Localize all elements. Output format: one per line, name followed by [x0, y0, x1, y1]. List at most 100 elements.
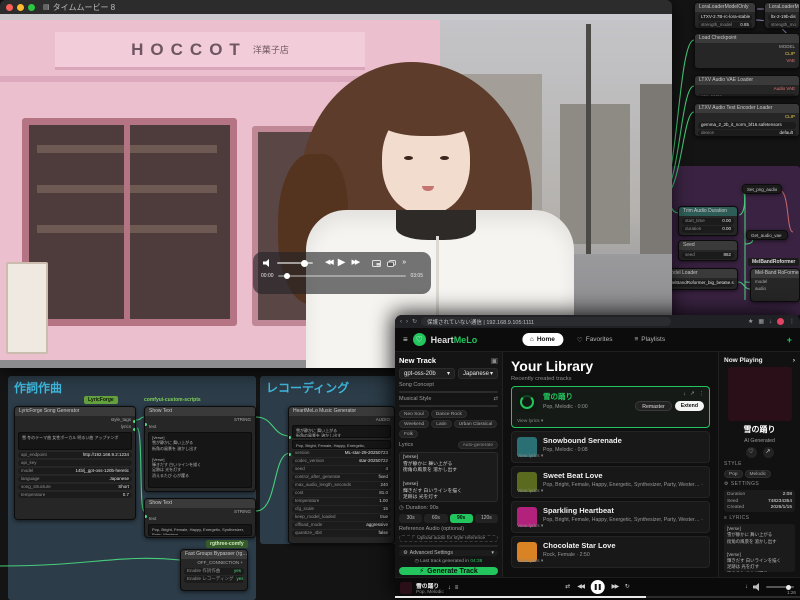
output-clip[interactable]: CLIP — [695, 113, 799, 120]
output-lyrics[interactable]: lyrics — [15, 423, 135, 430]
download-icon[interactable]: ↓ — [683, 391, 686, 397]
forward-icon[interactable]: › — [406, 318, 408, 326]
output-string[interactable]: STRING — [145, 416, 255, 423]
node-heartmelo-music-generator[interactable]: HeartMeLo Music Generator AUDIO 雪が静かに 舞い… — [288, 406, 395, 544]
track-row[interactable]: Sparkling Heartbeat Pop, Bright, Female,… — [511, 501, 710, 533]
favorite-button[interactable]: ♡ — [746, 447, 757, 458]
prompt-widget[interactable]: 雪 冬のテーマ曲 女性ボーカル 明るい曲 アップテンポ — [18, 432, 132, 450]
node-get-audio-vae[interactable]: Get_audio_vae — [746, 230, 788, 240]
shuffle-icon[interactable]: ⇄ — [565, 583, 570, 591]
style-chip[interactable]: Melodic — [745, 470, 772, 478]
output-style-tags[interactable]: style_tags — [15, 416, 135, 423]
toggle-songwriting[interactable]: Enable 作詞作曲yes — [184, 568, 244, 575]
seek-bar[interactable] — [395, 596, 800, 598]
reload-icon[interactable]: ↻ — [412, 318, 417, 326]
volume-icon[interactable] — [753, 583, 761, 591]
share-button[interactable]: ↗ — [763, 447, 774, 458]
advanced-settings-row[interactable]: ⚙Advanced Settings▾ — [399, 550, 498, 556]
edit-icon[interactable]: ✎ — [488, 391, 493, 393]
pause-button[interactable] — [591, 580, 605, 594]
node-fast-groups-bypasser[interactable]: Fast Groups Bypasser (rg… OFF_CONNECTION… — [180, 549, 248, 591]
node-lora-loader-b[interactable]: LoraLoaderModelOnly ltx-2-19b-distilled … — [764, 2, 800, 29]
off-connection-row[interactable]: OFF_CONNECTION + — [181, 559, 247, 566]
input-text[interactable]: text — [145, 515, 255, 522]
node-lyricforge-song-generator[interactable]: LyricForge Song Generator style_tags lyr… — [14, 406, 136, 520]
model-select[interactable]: gpt-oss-20b▾ — [399, 368, 455, 379]
track-row[interactable]: Sweet Beat Love Pop, Bright, Female, Hap… — [511, 466, 710, 498]
zoom-button[interactable] — [28, 4, 35, 11]
profile-avatar[interactable] — [777, 318, 784, 325]
extensions-icon[interactable]: ▦ — [758, 318, 764, 325]
app-logo[interactable]: ♡ — [413, 333, 426, 346]
minimize-button[interactable] — [17, 4, 24, 11]
lyrics-input-widget[interactable]: 雪が静かに 舞い上がる 街角の風景を 溶かし出す — [292, 425, 391, 438]
track-url-input[interactable]: or paste a track URL (optional) — [399, 545, 498, 547]
output-clip[interactable]: CLIP — [695, 50, 799, 57]
node-melband-roformer[interactable]: Mel-Band RoFormer (S… model audio — [750, 268, 800, 302]
node-seed[interactable]: Seed seed862 — [678, 240, 738, 261]
collapse-icon[interactable]: › — [793, 357, 795, 364]
more-controls-icon[interactable]: » — [402, 258, 406, 268]
close-button[interactable] — [6, 4, 13, 11]
menu-icon[interactable]: ≡ — [403, 336, 408, 344]
duration-60s[interactable]: 60s — [424, 514, 447, 523]
rewind-button[interactable]: ◀◀ — [325, 258, 332, 268]
style-input[interactable]: Pop, Melodic — [399, 405, 498, 407]
add-icon[interactable]: + — [787, 335, 792, 345]
view-lyrics-link[interactable]: View lyrics ▾ — [517, 419, 543, 424]
node-set-png-audio[interactable]: Set_png_audio — [742, 184, 782, 194]
remaster-button[interactable]: Remaster — [635, 401, 672, 411]
input-model[interactable]: model — [751, 278, 799, 285]
input-audio[interactable]: audio — [751, 285, 799, 292]
overlap-windows-icon[interactable] — [387, 260, 396, 267]
output-audio-vae[interactable]: Audio VAE — [695, 85, 799, 92]
view-lyrics-link[interactable]: View lyrics ▾ — [517, 454, 543, 459]
generate-track-button[interactable]: ⚡Generate Track — [399, 567, 498, 575]
style-chip[interactable]: Folk — [399, 430, 418, 438]
language-select[interactable]: Japanese▾ — [458, 368, 498, 379]
node-trim-audio-duration[interactable]: Trim Audio Duration start_time0.00 durat… — [678, 206, 738, 236]
download-icon[interactable]: ↓ — [769, 319, 772, 325]
style-chip[interactable]: Pop — [724, 470, 743, 478]
toggle-recording[interactable]: Enable レコーディングyes — [184, 576, 244, 583]
style-chip[interactable]: Dance Rock — [431, 410, 467, 418]
input-text[interactable]: text — [145, 423, 255, 430]
repeat-icon[interactable]: ↻ — [625, 583, 630, 591]
node-load-checkpoint[interactable]: Load Checkpoint MODEL CLIP VAE — [694, 33, 800, 69]
collapse-panel-icon[interactable]: ▣ — [491, 356, 498, 365]
output-vae[interactable]: VAE — [695, 57, 799, 64]
tab-favorites[interactable]: ♡ Favorites — [569, 333, 621, 346]
style-chip[interactable]: Latin — [431, 420, 451, 428]
shuffle-style-icon[interactable]: ⇄ — [493, 396, 498, 402]
node-ltxv-text-encoder-loader[interactable]: LTXV Audio Text Encoder Loader CLIP gemm… — [694, 103, 800, 137]
pip-icon[interactable] — [372, 260, 381, 267]
now-playing-lyrics[interactable]: [Verse] 雪が静かに 舞い上がる 街角の風景を 溶かし出す [Verse]… — [724, 524, 795, 572]
node-show-text-lyrics[interactable]: Show Text STRING text [Verse] 雪が静かに 舞い上が… — [144, 406, 256, 492]
track-row[interactable]: Snowbound Serenade Pop, Melodic · 0:08 V… — [511, 431, 710, 463]
seek-bar[interactable] — [278, 275, 407, 277]
share-icon[interactable]: ↗ — [690, 391, 695, 397]
output-audio[interactable]: AUDIO — [289, 416, 394, 423]
tab-playlists[interactable]: ≡ Playlists — [626, 333, 673, 346]
duration-90s[interactable]: 90s — [450, 514, 473, 523]
download-icon[interactable]: ↓ — [745, 583, 748, 591]
style-chip[interactable]: Urban Classical — [454, 420, 498, 428]
fast-forward-button[interactable]: ▶▶ — [351, 258, 358, 268]
upload-dropzone[interactable]: ↑Upload audio for style reference — [399, 535, 498, 542]
play-button[interactable]: ▶ — [338, 258, 346, 268]
concept-input[interactable]: 冬 スター服 女性ボーカル✎ — [399, 391, 498, 393]
style-chip[interactable]: Neo Soul — [399, 410, 429, 418]
more-icon[interactable]: ⋮ — [699, 391, 705, 397]
autogenerate-button[interactable]: Auto-generate — [458, 441, 498, 449]
volume-slider[interactable] — [766, 586, 794, 588]
duration-120s[interactable]: 120s — [475, 514, 498, 523]
node-ltxv-audio-vae-loader[interactable]: LTXV Audio VAE Loader Audio VAE vae_name — [694, 75, 800, 97]
volume-slider[interactable] — [277, 262, 313, 264]
tags-input-widget[interactable]: Pop, Bright, Female, Happy, Energetic, S… — [292, 440, 391, 449]
style-chip[interactable]: Weekend — [399, 420, 429, 428]
extend-button[interactable]: Extend — [675, 401, 704, 411]
browser-menu-icon[interactable]: ⋮ — [789, 318, 795, 325]
view-lyrics-link[interactable]: View lyrics ▾ — [517, 559, 543, 564]
volume-icon[interactable] — [263, 259, 271, 267]
output-model[interactable]: MODEL — [695, 43, 799, 50]
